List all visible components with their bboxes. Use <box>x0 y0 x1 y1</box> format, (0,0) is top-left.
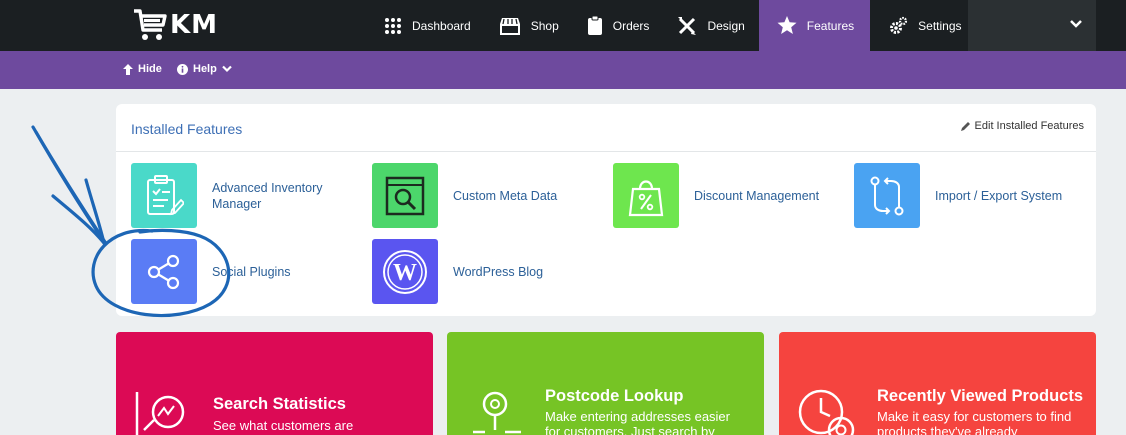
nav-label: Shop <box>530 18 559 33</box>
feature-label: Custom Meta Data <box>453 188 558 203</box>
panel-title: Installed Features <box>131 121 243 137</box>
ekm-logo[interactable]: KM <box>132 7 218 43</box>
sub-toolbar: Hide Help <box>0 51 1126 89</box>
card-postcode-lookup[interactable]: Postcode Lookup Make entering addresses … <box>447 332 764 435</box>
nav-orders[interactable]: Orders <box>573 0 664 51</box>
design-tools-icon <box>678 16 697 35</box>
import-export-icon <box>870 176 904 215</box>
nav-label: Dashboard <box>412 18 471 33</box>
card-description: See what customers are <box>213 418 354 433</box>
account-dropdown[interactable] <box>968 0 1096 51</box>
nav-design[interactable]: Design <box>663 0 758 51</box>
nav-shop[interactable]: Shop <box>485 0 573 51</box>
feature-custom-meta-data[interactable]: Custom Meta Data <box>372 163 583 228</box>
store-icon <box>499 17 520 35</box>
clock-eye-icon <box>798 389 855 435</box>
feature-wordpress-blog[interactable]: W WordPress Blog <box>372 239 583 304</box>
logo-text: KM <box>170 10 219 40</box>
arrow-up-icon <box>123 63 133 75</box>
feature-label: Advanced Inventory Manager <box>212 180 323 211</box>
main-nav: Dashboard Shop Orders Design Features Se… <box>370 0 976 51</box>
card-search-statistics[interactable]: Search Statistics See what customers are <box>116 332 433 435</box>
grid-icon <box>385 17 401 34</box>
card-description: Make entering addresses easier for custo… <box>545 409 730 435</box>
feature-tile <box>854 163 920 228</box>
feature-label: Social Plugins <box>212 264 291 279</box>
card-title: Recently Viewed Products <box>877 387 1084 405</box>
top-navigation-bar: KM Dashboard Shop Orders Design Features… <box>0 0 1126 51</box>
feature-label: Discount Management <box>694 188 820 203</box>
feature-tile <box>613 163 679 228</box>
cart-logo-icon <box>134 9 167 40</box>
hide-label: Hide <box>138 63 162 75</box>
nav-label: Design <box>707 18 745 33</box>
feature-advanced-inventory[interactable]: Advanced Inventory Manager <box>131 163 342 228</box>
nav-label: Features <box>806 18 855 33</box>
feature-tile <box>131 239 197 304</box>
search-stats-icon <box>135 392 185 435</box>
help-dropdown[interactable]: Help <box>177 63 237 75</box>
feature-tile: W <box>372 239 438 304</box>
help-label: Help <box>193 63 217 75</box>
search-doc-icon <box>385 176 425 215</box>
chevron-down-icon <box>1070 20 1082 28</box>
card-title: Search Statistics <box>213 395 346 413</box>
chevron-down-icon <box>222 65 232 73</box>
edit-label: Edit Installed Features <box>974 120 1084 132</box>
info-icon <box>177 63 188 75</box>
inventory-clipboard-icon <box>147 174 184 215</box>
feature-discount-management[interactable]: Discount Management <box>613 163 824 228</box>
installed-features-panel: Installed Features Edit Installed Featur… <box>116 104 1096 316</box>
nav-features[interactable]: Features <box>758 0 871 51</box>
feature-label: Import / Export System <box>935 188 1063 203</box>
hide-button[interactable]: Hide <box>123 63 162 75</box>
edit-installed-features-link[interactable]: Edit Installed Features <box>960 120 1084 132</box>
svg-text:W: W <box>393 260 417 286</box>
star-icon <box>777 16 797 34</box>
card-title: Postcode Lookup <box>545 387 684 405</box>
nav-label: Orders <box>612 18 650 33</box>
nav-settings[interactable]: Settings <box>870 0 975 51</box>
nav-label: Settings <box>918 18 962 33</box>
nav-dashboard[interactable]: Dashboard <box>370 0 485 51</box>
wordpress-icon: W <box>383 249 427 294</box>
feature-import-export[interactable]: Import / Export System <box>854 163 1085 228</box>
share-icon <box>147 254 180 289</box>
feature-tile <box>372 163 438 228</box>
discount-bag-icon <box>628 179 664 216</box>
pencil-icon <box>960 122 970 131</box>
feature-tile <box>131 163 197 228</box>
card-description: Make it easy for customers to find produ… <box>877 409 1072 435</box>
clipboard-icon <box>587 15 602 35</box>
card-recently-viewed-products[interactable]: Recently Viewed Products Make it easy fo… <box>779 332 1096 435</box>
feature-label: WordPress Blog <box>453 264 544 279</box>
gears-icon <box>890 16 908 34</box>
feature-social-plugins[interactable]: Social Plugins <box>131 239 342 304</box>
panel-header: Installed Features Edit Installed Featur… <box>116 104 1096 152</box>
map-pin-icon <box>473 391 521 434</box>
